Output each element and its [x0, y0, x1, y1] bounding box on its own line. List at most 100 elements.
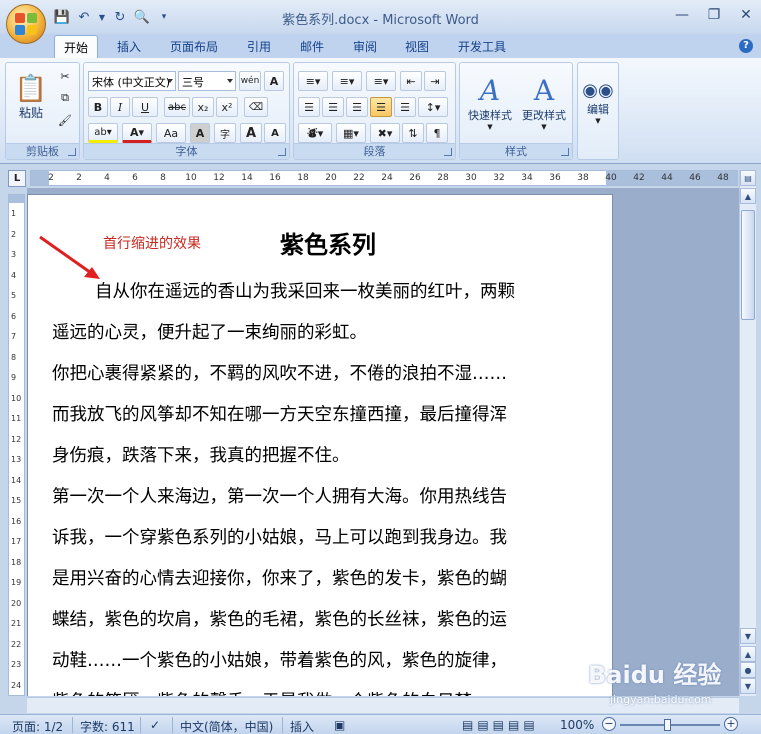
vertical-ruler-tick: 2	[11, 229, 17, 239]
minimize-icon[interactable]: —	[673, 6, 691, 24]
underline-button[interactable]: U	[132, 97, 158, 117]
bullets-icon[interactable]: ≡▾	[298, 71, 328, 91]
sort-icon[interactable]: ⇅	[402, 123, 424, 143]
document-area[interactable]: 首行缩进的效果 紫色系列 自从你在遥远的香山为我采回来一枚美丽的红叶，两颗 遥远的…	[27, 188, 739, 696]
paste-button[interactable]: 📋 粘贴	[12, 67, 50, 127]
scroll-thumb[interactable]	[741, 210, 755, 320]
scroll-down-icon[interactable]: ▼	[740, 628, 756, 644]
paragraph-line[interactable]: 蝶结，紫色的坎肩，紫色的毛裙，紫色的长丝袜，紫色的运	[52, 600, 612, 641]
zoom-in-icon[interactable]: +	[724, 717, 738, 731]
line-spacing-icon[interactable]: ↕▾	[418, 97, 448, 117]
paragraph-line[interactable]: 动鞋……一个紫色的小姑娘，带着紫色的风，紫色的旋律，	[52, 641, 612, 682]
view-buttons-icon[interactable]: ▤▤▤▤▤	[462, 718, 539, 732]
close-icon[interactable]: ✕	[737, 6, 755, 24]
ruler-tick: 46	[689, 173, 701, 183]
tab-insert[interactable]: 插入	[117, 38, 141, 55]
change-styles-button[interactable]: A 更改样式 ▼	[518, 67, 570, 137]
font-name-combo[interactable]: 宋体 (中文正文)	[88, 71, 176, 91]
tab-view[interactable]: 视图	[405, 38, 429, 55]
paragraph-launcher-icon[interactable]	[444, 148, 452, 156]
superscript-button[interactable]: x²	[216, 97, 238, 117]
zoom-out-icon[interactable]: −	[602, 717, 616, 731]
paragraph-line[interactable]: 自从你在遥远的香山为我采回来一枚美丽的红叶，两颗	[52, 272, 612, 313]
increase-indent-icon[interactable]: ⇥	[424, 71, 446, 91]
highlight-color-icon[interactable]: ab▾	[88, 123, 118, 143]
paragraph-line[interactable]: 紫色的笑靥，紫色的馨香，于是我做一个紫色的白日梦	[52, 682, 612, 696]
tab-selector-icon[interactable]: L	[8, 170, 26, 187]
styles-launcher-icon[interactable]	[561, 148, 569, 156]
copy-icon[interactable]: ⧉	[56, 89, 74, 107]
styles-group-label: 样式	[460, 143, 572, 159]
shrink-font-button[interactable]: A	[264, 123, 286, 143]
italic-button[interactable]: I	[110, 97, 130, 117]
font-color-icon[interactable]: A▾	[122, 123, 152, 143]
asian-layout-icon[interactable]: ✖▾	[370, 123, 400, 143]
paragraph-line[interactable]: 你把心裹得紧紧的，不羁的风吹不进，不倦的浪拍不湿……	[52, 354, 612, 395]
vertical-ruler[interactable]: 1 2 3 4 5 6 7 8 9 10 11 12 13 14 15 16 17 18 19 20 21 22 23 24	[8, 194, 25, 696]
enclose-characters-button[interactable]: 字	[214, 123, 236, 143]
tab-page-layout[interactable]: 页面布局	[170, 38, 218, 55]
align-center-icon[interactable]: ☰	[322, 97, 344, 117]
change-case-button[interactable]: Aa	[156, 123, 186, 143]
next-page-icon[interactable]: ▼	[740, 678, 756, 694]
insert-mode[interactable]: 插入	[290, 718, 314, 734]
clipboard-launcher-icon[interactable]	[68, 148, 76, 156]
document-page[interactable]: 首行缩进的效果 紫色系列 自从你在遥远的香山为我采回来一枚美丽的红叶，两颗 遥远的…	[27, 194, 613, 696]
page-count[interactable]: 页面: 1/2	[12, 718, 63, 734]
tab-home[interactable]: 开始	[54, 35, 99, 59]
show-marks-icon[interactable]: ¶	[426, 123, 448, 143]
align-left-icon[interactable]: ☰	[298, 97, 320, 117]
paragraph-line[interactable]: 诉我，一个穿紫色系列的小姑娘，马上可以跑到我身边。我	[52, 518, 612, 559]
format-painter-icon[interactable]: 🖌	[56, 111, 74, 129]
document-body[interactable]: 自从你在遥远的香山为我采回来一枚美丽的红叶，两颗 遥远的心灵，便升起了一束绚丽的彩…	[52, 272, 612, 696]
editing-button[interactable]: ◉◉ 编辑 ▼	[580, 67, 616, 137]
align-right-icon[interactable]: ☰	[346, 97, 368, 117]
cut-icon[interactable]: ✂	[56, 67, 74, 85]
scroll-up-icon[interactable]: ▲	[740, 188, 756, 204]
language-indicator[interactable]: 中文(简体，中国)	[180, 718, 273, 734]
shading-icon[interactable]: ⛇▾	[298, 123, 332, 143]
paragraph-line[interactable]: 第一次一个人来海边，第一次一个人拥有大海。你用热线告	[52, 477, 612, 518]
tab-developer[interactable]: 开发工具	[458, 38, 506, 55]
quick-styles-dropdown-icon: ▼	[487, 122, 493, 131]
bold-button[interactable]: B	[88, 97, 108, 117]
word-count[interactable]: 字数: 611	[80, 718, 135, 734]
paragraph-line[interactable]: 遥远的心灵，便升起了一束绚丽的彩虹。	[52, 313, 612, 354]
paragraph-line[interactable]: 而我放飞的风筝却不知在哪一方天空东撞西撞，最后撞得浑	[52, 395, 612, 436]
proofing-icon[interactable]: ✓	[150, 718, 160, 732]
distributed-icon[interactable]: ☰	[394, 97, 416, 117]
tab-references[interactable]: 引用	[247, 38, 271, 55]
character-shading-button[interactable]: A	[190, 123, 210, 143]
subscript-button[interactable]: x₂	[192, 97, 214, 117]
help-icon[interactable]: ?	[739, 39, 753, 53]
zoom-slider-thumb[interactable]	[664, 719, 671, 731]
view-ruler-icon[interactable]: ▤	[740, 170, 756, 186]
phonetic-guide-button[interactable]: wén	[239, 71, 261, 91]
paragraph-line[interactable]: 是用兴奋的心情去迎接你，你来了，紫色的发卡，紫色的蝴	[52, 559, 612, 600]
macro-record-icon[interactable]: ▣	[334, 718, 345, 732]
previous-page-icon[interactable]: ▲	[740, 646, 756, 662]
ruler-tick: 34	[521, 173, 533, 183]
multilevel-list-icon[interactable]: ≡▾	[366, 71, 396, 91]
restore-icon[interactable]: ❐	[705, 6, 723, 24]
tab-mailings[interactable]: 邮件	[300, 38, 324, 55]
vertical-scrollbar[interactable]: ▤ ▲ ▼ ▲ ● ▼	[739, 170, 756, 696]
ruler-tick: 10	[185, 173, 197, 183]
font-launcher-icon[interactable]	[278, 148, 286, 156]
decrease-indent-icon[interactable]: ⇤	[400, 71, 422, 91]
numbering-icon[interactable]: ≡▾	[332, 71, 362, 91]
tab-review[interactable]: 审阅	[353, 38, 377, 55]
office-button[interactable]	[6, 4, 46, 44]
borders-icon[interactable]: ▦▾	[336, 123, 366, 143]
quick-styles-button[interactable]: A 快速样式 ▼	[464, 67, 516, 137]
browse-object-icon[interactable]: ●	[740, 662, 756, 678]
clear-formatting-icon[interactable]: ⌫	[244, 97, 268, 117]
justify-icon[interactable]: ☰	[370, 97, 392, 117]
strikethrough-button[interactable]: abc	[164, 97, 190, 117]
zoom-level[interactable]: 100%	[560, 718, 594, 732]
paragraph-line[interactable]: 身伤痕，跌落下来，我真的把握不住。	[52, 436, 612, 477]
font-size-combo[interactable]: 三号	[178, 71, 236, 91]
character-border-button[interactable]: A	[264, 71, 284, 91]
horizontal-ruler[interactable]: 2 2 4 6 8 10 12 14 16 18 20 22 24 26 28 30 32 34 36 38 40 42 4…	[30, 170, 738, 186]
grow-font-button[interactable]: A	[240, 123, 262, 143]
